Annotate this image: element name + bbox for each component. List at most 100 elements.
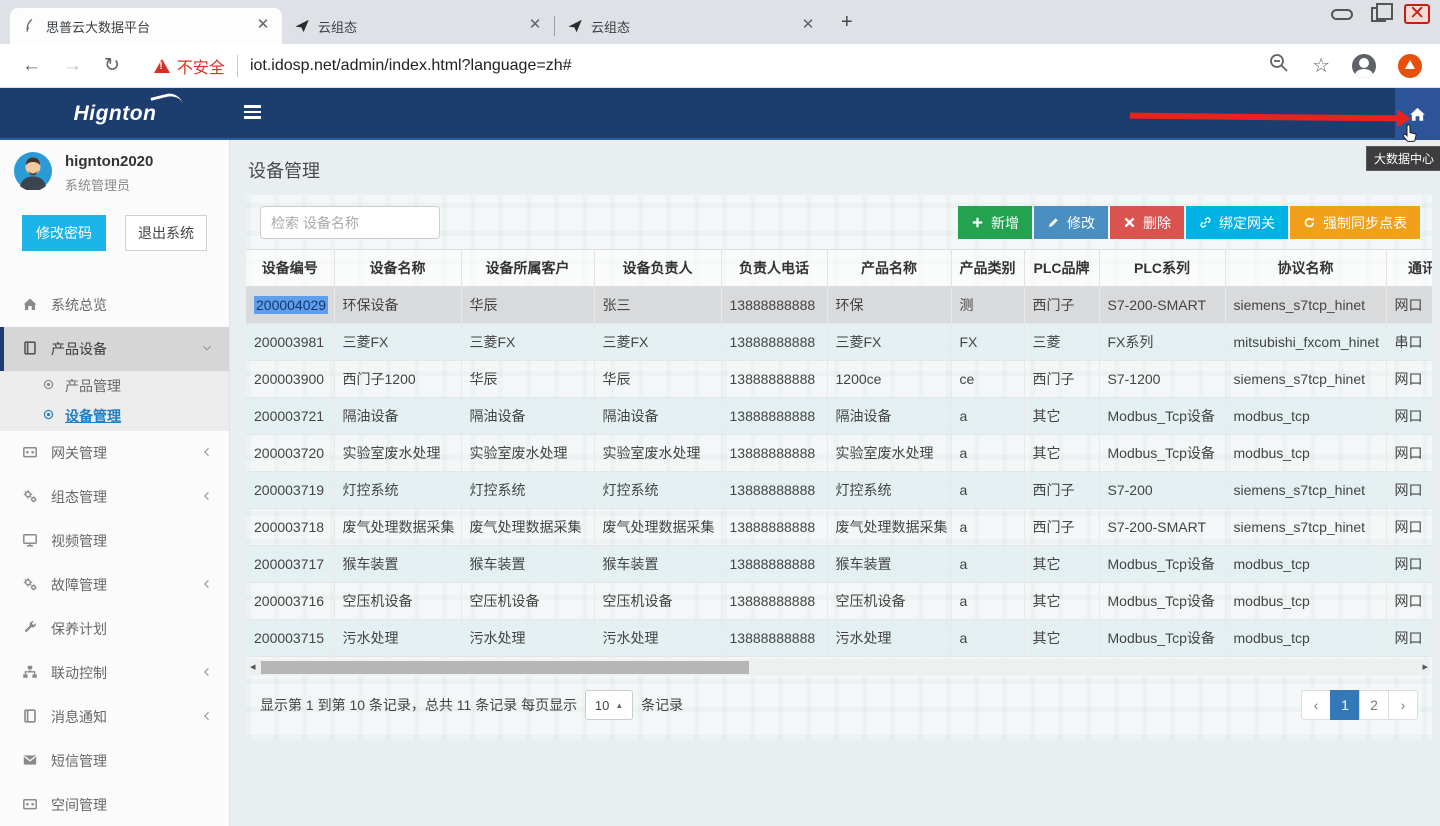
security-chip[interactable]: 不安全 [154, 54, 225, 78]
scrollbar-thumb[interactable] [261, 661, 749, 674]
column-header[interactable]: 设备负责人 [594, 250, 721, 287]
column-header[interactable]: 设备名称 [334, 250, 461, 287]
column-header[interactable]: 产品名称 [827, 250, 951, 287]
horizontal-scrollbar[interactable]: ◂ ▸ [248, 659, 1430, 676]
scroll-left-icon[interactable]: ◂ [250, 660, 256, 673]
bookmark-star-icon[interactable]: ☆ [1312, 53, 1330, 78]
tab-title: 云组态 [318, 17, 526, 36]
table-row[interactable]: 200003981三菱FX三菱FX三菱FX13888888888三菱FXFX三菱… [246, 324, 1432, 361]
browser-tab[interactable]: 云组态✕ [282, 8, 554, 44]
table-cell: 13888888888 [721, 583, 827, 620]
tab-close-icon[interactable]: ✕ [799, 17, 817, 35]
sidebar-item-短信管理[interactable]: 短信管理 [0, 739, 229, 783]
table-cell: 13888888888 [721, 324, 827, 361]
sidebar-item-组态管理[interactable]: 组态管理 [0, 475, 229, 519]
sidebar-item-消息通知[interactable]: 消息通知 [0, 695, 229, 739]
column-header[interactable]: PLC系列 [1099, 250, 1225, 287]
tab-close-icon[interactable]: ✕ [526, 17, 544, 35]
table-cell: modbus_tcp [1225, 583, 1386, 620]
sidebar-item-系统总览[interactable]: 系统总览 [0, 283, 229, 327]
restore-icon[interactable] [1371, 7, 1386, 22]
sidebar-item-label: 联动控制 [51, 663, 188, 683]
change-password-button[interactable]: 修改密码 [22, 215, 106, 251]
logout-button[interactable]: 退出系统 [125, 215, 207, 251]
chevron-left-icon [201, 665, 213, 681]
table-cell: 废气处理数据采集 [594, 509, 721, 546]
menu-icon[interactable] [244, 105, 261, 119]
table-row[interactable]: 200003715污水处理污水处理污水处理13888888888污水处理a其它M… [246, 620, 1432, 657]
column-header[interactable]: 产品类别 [951, 250, 1024, 287]
sidebar-item-空间管理[interactable]: 空间管理 [0, 783, 229, 826]
extension-icon[interactable] [1398, 54, 1422, 78]
sidebar-item-保养计划[interactable]: 保养计划 [0, 607, 229, 651]
table-row[interactable]: 200004029环保设备华辰张三13888888888环保测西门子S7-200… [246, 287, 1432, 324]
table-cell: 13888888888 [721, 435, 827, 472]
table-row[interactable]: 200003720实验室废水处理实验室废水处理实验室废水处理1388888888… [246, 435, 1432, 472]
reload-icon[interactable]: ↻ [104, 54, 120, 77]
table-row[interactable]: 200003717猴车装置猴车装置猴车装置13888888888猴车装置a其它M… [246, 546, 1432, 583]
page-button-‹[interactable]: ‹ [1301, 690, 1331, 720]
sidebar-item-网关管理[interactable]: 网关管理 [0, 431, 229, 475]
page-size-select[interactable]: 10 ▲ [585, 690, 633, 720]
action-button-新增[interactable]: 新增 [958, 206, 1032, 239]
page-title: 设备管理 [248, 157, 1440, 183]
column-header[interactable]: 通讯方式 [1386, 250, 1432, 287]
sidebar-item-故障管理[interactable]: 故障管理 [0, 563, 229, 607]
action-button-强制同步点表[interactable]: 强制同步点表 [1290, 206, 1420, 239]
sidebar-item-联动控制[interactable]: 联动控制 [0, 651, 229, 695]
table-row[interactable]: 200003900西门子1200华辰华辰138888888881200cece西… [246, 361, 1432, 398]
browser-tab[interactable]: 云组态✕ [555, 8, 827, 44]
table-row[interactable]: 200003721隔油设备隔油设备隔油设备13888888888隔油设备a其它M… [246, 398, 1432, 435]
sidebar-item-label: 消息通知 [51, 707, 188, 727]
table-cell: 串口 [1386, 324, 1432, 361]
zoom-out-icon[interactable] [1268, 52, 1290, 79]
action-button-删除[interactable]: 删除 [1110, 206, 1184, 239]
table-row[interactable]: 200003718废气处理数据采集废气处理数据采集废气处理数据采集1388888… [246, 509, 1432, 546]
sidebar-item-产品设备[interactable]: 产品设备 [0, 327, 229, 371]
browser-tab[interactable]: 思普云大数据平台✕ [10, 8, 282, 44]
table-cell: 隔油设备 [334, 398, 461, 435]
table-cell: S7-200 [1099, 472, 1225, 509]
sidebar-item-视频管理[interactable]: 视频管理 [0, 519, 229, 563]
new-tab-button[interactable]: + [841, 11, 853, 34]
table-cell: 西门子 [1024, 509, 1099, 546]
table-cell: 200003717 [246, 546, 334, 583]
minimize-icon[interactable] [1331, 9, 1353, 20]
table-cell: 空压机设备 [827, 583, 951, 620]
close-window-icon[interactable]: ✕ [1404, 4, 1430, 24]
table-cell: siemens_s7tcp_hinet [1225, 361, 1386, 398]
column-header[interactable]: 协议名称 [1225, 250, 1386, 287]
search-input[interactable] [260, 206, 440, 239]
column-header[interactable]: 设备所属客户 [461, 250, 594, 287]
column-header[interactable]: PLC品牌 [1024, 250, 1099, 287]
sidebar-subitem-设备管理[interactable]: 设备管理 [0, 401, 229, 431]
page-button-2[interactable]: 2 [1359, 690, 1389, 720]
brand-logo[interactable]: Hignton [0, 88, 230, 140]
table-cell: 网口 [1386, 398, 1432, 435]
url-text[interactable]: iot.idosp.net/admin/index.html?language=… [250, 57, 572, 75]
column-header[interactable]: 设备编号 [246, 250, 334, 287]
tab-close-icon[interactable]: ✕ [254, 17, 272, 35]
username: hignton2020 [65, 153, 153, 170]
browser-profile-icon[interactable] [1352, 54, 1376, 78]
scroll-right-icon[interactable]: ▸ [1422, 660, 1428, 673]
table-cell: a [951, 398, 1024, 435]
action-button-修改[interactable]: 修改 [1034, 206, 1108, 239]
column-header[interactable]: 负责人电话 [721, 250, 827, 287]
action-button-绑定网关[interactable]: 绑定网关 [1186, 206, 1288, 239]
page-button-›[interactable]: › [1388, 690, 1418, 720]
table-cell: 三菱FX [594, 324, 721, 361]
table-cell: a [951, 435, 1024, 472]
forward-icon[interactable]: → [63, 55, 82, 77]
table-cell: a [951, 472, 1024, 509]
avatar[interactable] [14, 152, 52, 195]
sidebar-item-label: 空间管理 [51, 795, 229, 815]
table-cell: 污水处理 [334, 620, 461, 657]
sidebar-subitem-产品管理[interactable]: 产品管理 [0, 371, 229, 401]
table-cell: 猴车装置 [594, 546, 721, 583]
page-button-1[interactable]: 1 [1330, 690, 1360, 720]
back-icon[interactable]: ← [22, 55, 41, 77]
table-row[interactable]: 200003719灯控系统灯控系统灯控系统13888888888灯控系统a西门子… [246, 472, 1432, 509]
table-cell: Modbus_Tcp设备 [1099, 620, 1225, 657]
table-row[interactable]: 200003716空压机设备空压机设备空压机设备13888888888空压机设备… [246, 583, 1432, 620]
